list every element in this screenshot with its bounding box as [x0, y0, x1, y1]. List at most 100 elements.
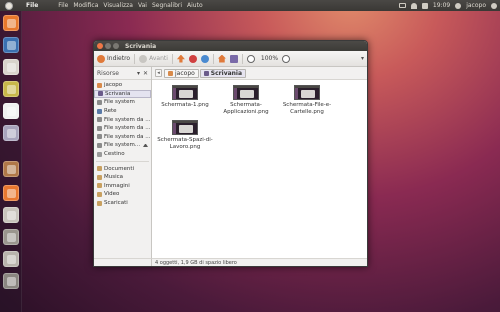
sidebar-item[interactable]: Musica [94, 173, 151, 182]
software-center-icon [6, 164, 16, 174]
trash-icon [97, 151, 102, 157]
user-name[interactable]: jacopo [466, 2, 486, 9]
file-name: Schermata-File-e- Cartelle.png [283, 102, 331, 116]
file-item[interactable]: Schermata-1.png [155, 85, 215, 109]
menu-vai[interactable]: Vai [138, 2, 147, 9]
menu-aiuto[interactable]: Aiuto [187, 2, 203, 9]
sidebar-mode-select[interactable]: Risorse [97, 70, 119, 77]
file-grid: Schermata-1.png Schermata- Applicazioni.pn… [152, 80, 367, 258]
computer-icon[interactable] [229, 54, 238, 63]
zoom-in-icon[interactable] [282, 54, 291, 63]
pathbar: ◂ jacopo Scrivania [152, 67, 367, 80]
launcher-usb[interactable] [3, 251, 19, 267]
sidebar-controls: ▾ ✕ [137, 70, 148, 77]
sidebar-item-label: Scrivania [105, 90, 131, 97]
window-body: Risorse ▾ ✕ jacopo Scrivania File system Re… [94, 67, 367, 258]
folder-icon [97, 183, 102, 189]
sidebar-item[interactable]: Documenti [94, 164, 151, 173]
sidebar-item[interactable]: File system... [94, 141, 151, 150]
launcher-software-center[interactable] [3, 161, 19, 177]
image-thumbnail-icon [233, 85, 259, 100]
zoom-out-icon[interactable] [246, 54, 255, 63]
eject-icon[interactable] [143, 142, 148, 148]
launcher-shotwell[interactable] [3, 81, 19, 97]
menu-visualizza[interactable]: Visualizza [103, 2, 133, 9]
close-sidebar-icon[interactable]: ✕ [143, 70, 148, 77]
minimize-icon[interactable] [105, 43, 111, 49]
network-icon[interactable] [410, 2, 417, 9]
back-button[interactable]: Indietro [97, 54, 130, 63]
overflow-arrow-icon[interactable]: ▾ [361, 55, 364, 62]
sidebar-item[interactable]: File system da ... [94, 115, 151, 124]
folder-icon [97, 200, 102, 206]
sidebar-item[interactable]: Scrivania [94, 89, 151, 99]
chevron-down-icon[interactable]: ▾ [137, 70, 140, 77]
sidebar-item[interactable]: File system da ... [94, 133, 151, 142]
file-name-line2: Cartelle.png [290, 109, 324, 115]
nautilus-active-icon [6, 188, 16, 198]
close-icon[interactable] [97, 43, 103, 49]
sidebar-item[interactable]: Scaricati [94, 199, 151, 208]
forward-button[interactable]: Avanti [139, 54, 168, 63]
sidebar-list: jacopo Scrivania File system Rete File syste… [94, 80, 151, 207]
menu-segnalibri[interactable]: Segnalibri [152, 2, 182, 9]
menu-file[interactable]: File [58, 2, 68, 9]
up-arrow-icon[interactable] [176, 54, 185, 63]
sidebar-item[interactable]: File system [94, 98, 151, 107]
statusbar: 4 oggetti, 1,9 GB di spazio libero [152, 258, 367, 266]
sidebar-item[interactable]: File system da ... [94, 124, 151, 133]
file-item[interactable]: Schermata- Applicazioni.png [216, 85, 276, 116]
sidebar-item-label: File system da ... [104, 125, 151, 132]
menu-modifica[interactable]: Modifica [73, 2, 98, 9]
titlebar[interactable]: Scrivania [94, 41, 367, 51]
image-thumbnail-icon [294, 85, 320, 100]
stop-icon[interactable] [188, 54, 197, 63]
ubuntu-button[interactable] [0, 0, 18, 11]
sidebar-item-label: File system da ... [104, 116, 151, 123]
ubuntu-logo-icon [5, 1, 13, 10]
home-icon[interactable] [217, 54, 226, 63]
file-item[interactable]: Schermata-File-e- Cartelle.png [277, 85, 337, 116]
reload-icon[interactable] [200, 54, 209, 63]
launcher-nautilus-active[interactable] [3, 185, 19, 201]
network-icon [97, 108, 102, 114]
sidebar-item-label: Scaricati [104, 200, 128, 207]
launcher-thunderbird[interactable] [3, 37, 19, 53]
power-icon[interactable] [491, 2, 497, 9]
launcher-settings[interactable] [3, 125, 19, 141]
breadcrumb-label: jacopo [175, 69, 195, 77]
sidebar-item[interactable]: Cestino [94, 150, 151, 159]
zoom-level: 100% [260, 55, 279, 62]
file-manager-window: Scrivania Indietro Avanti 100% ▾ Risorse… [93, 40, 368, 267]
launcher-libreoffice[interactable] [3, 103, 19, 119]
tools-icon [6, 232, 16, 242]
clock[interactable]: 19:09 [433, 2, 450, 9]
drive-icon [97, 99, 102, 105]
desktop-icon [98, 91, 103, 97]
launcher-firefox[interactable] [3, 15, 19, 31]
sidebar-item[interactable]: Video [94, 190, 151, 199]
breadcrumb-item[interactable]: Scrivania [199, 68, 247, 78]
sidebar-header: Risorse ▾ ✕ [94, 67, 151, 80]
messaging-icon[interactable] [398, 3, 406, 8]
launcher-tools[interactable] [3, 229, 19, 245]
pathbar-scroll-left-icon[interactable]: ◂ [155, 69, 162, 77]
maximize-icon[interactable] [113, 43, 119, 49]
home-icon [97, 82, 102, 88]
volume-icon[interactable] [421, 2, 428, 9]
sidebar-item[interactable]: Rete [94, 107, 151, 116]
launcher-workspaces[interactable] [3, 207, 19, 223]
window-title: Scrivania [125, 42, 157, 50]
launcher-trash[interactable] [3, 273, 19, 289]
trash-icon [6, 276, 16, 286]
sidebar-item[interactable]: Immagini [94, 182, 151, 191]
sidebar-item[interactable]: jacopo [94, 81, 151, 90]
breadcrumb-item[interactable]: jacopo [164, 68, 199, 78]
toolbar: Indietro Avanti 100% ▾ [94, 51, 367, 67]
sidebar-item-label: File system... [104, 142, 141, 149]
home-icon [168, 70, 173, 76]
settings-icon [6, 128, 16, 138]
launcher-files[interactable] [3, 59, 19, 75]
sidebar-item-label: jacopo [104, 82, 123, 89]
file-item[interactable]: Schermata-Spazi-di- Lavoro.png [155, 120, 215, 151]
